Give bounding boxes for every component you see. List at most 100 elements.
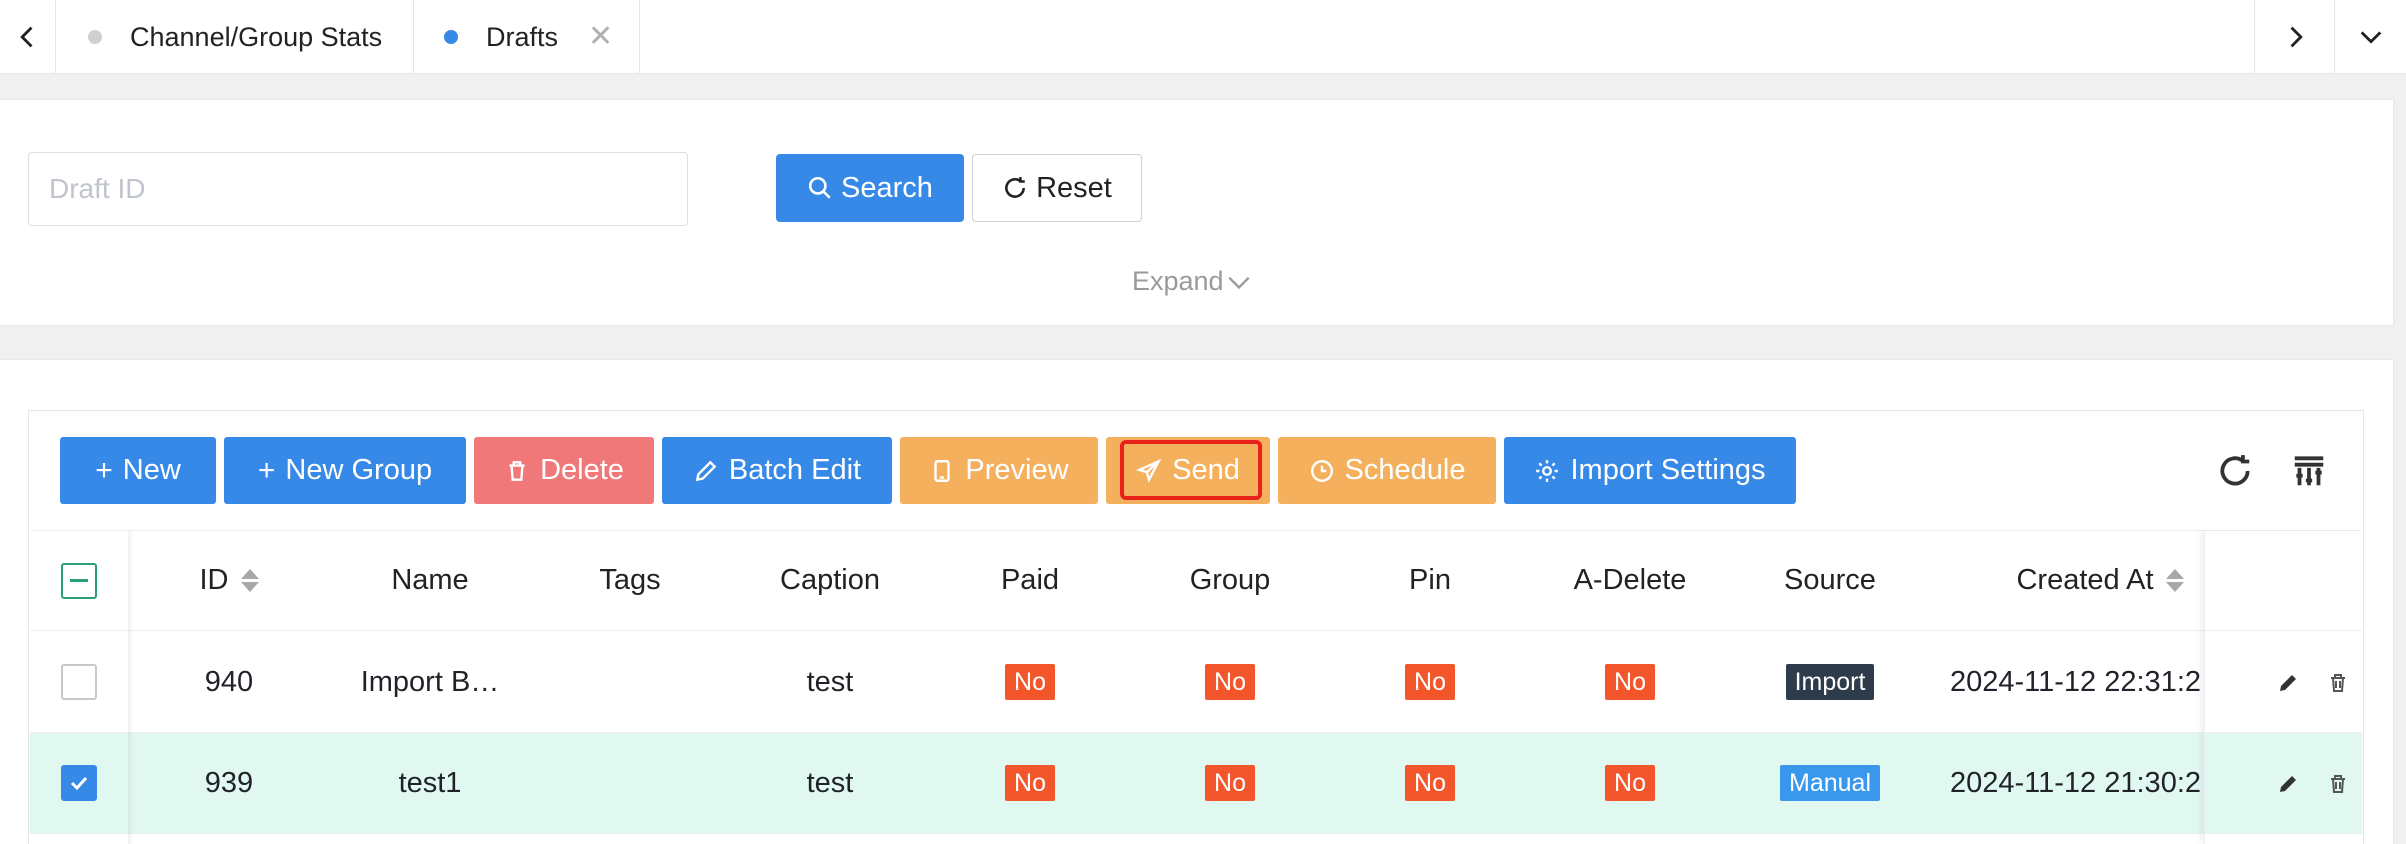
status-badge: No: [1605, 663, 1655, 701]
column-header-created-at[interactable]: Created At: [1970, 531, 2230, 630]
columns-icon: [2294, 456, 2324, 486]
delete-button[interactable]: Delete: [474, 437, 654, 504]
new-group-button[interactable]: + New Group: [224, 437, 466, 504]
row-checkbox[interactable]: [61, 765, 97, 801]
column-header-name: Name: [391, 564, 469, 596]
tablet-icon: [929, 458, 955, 484]
new-button-label: New: [122, 454, 181, 486]
cell-pin: No: [1330, 632, 1530, 732]
gear-icon: [1534, 458, 1560, 484]
preview-button-label: Preview: [965, 454, 1069, 486]
expand-toggle[interactable]: Expand: [1132, 266, 1252, 297]
clock-icon: [1309, 458, 1335, 484]
cell-id: 940: [204, 665, 254, 698]
table-row[interactable]: 939 test1 test No No No No Manual 2024-1…: [30, 733, 2362, 834]
pencil-icon[interactable]: [2276, 671, 2300, 695]
column-header-caption: Caption: [780, 564, 880, 596]
refresh-table-button[interactable]: [2216, 452, 2254, 490]
tab-status-dot: [88, 30, 102, 44]
reset-button[interactable]: Reset: [972, 154, 1142, 222]
column-header-group: Group: [1189, 564, 1271, 596]
column-header-source: Source: [1784, 564, 1876, 596]
trash-icon[interactable]: [2326, 772, 2350, 796]
cell-source: Manual: [1730, 733, 1930, 833]
batch-edit-button-label: Batch Edit: [728, 454, 862, 486]
search-button-label: Search: [841, 171, 933, 204]
tab-scroll-left-button[interactable]: [0, 0, 56, 74]
sort-icon[interactable]: [2165, 569, 2184, 592]
cell-tags: [530, 632, 730, 732]
refresh-icon: [2220, 455, 2250, 486]
new-group-button-label: New Group: [285, 454, 433, 486]
status-badge: No: [1405, 764, 1455, 802]
tab-label: Drafts: [486, 21, 559, 52]
draft-id-input[interactable]: [28, 152, 688, 226]
tab-label: Channel/Group Stats: [130, 21, 383, 52]
send-button-label: Send: [1172, 454, 1240, 486]
paper-plane-icon: [1136, 458, 1162, 484]
status-badge: No: [1205, 764, 1255, 802]
row-select-cell: [30, 733, 128, 833]
cell-tags: [530, 733, 730, 833]
search-button[interactable]: Search: [776, 154, 964, 222]
reset-button-label: Reset: [1036, 171, 1112, 204]
cell-paid: No: [930, 733, 1130, 833]
tab-channel-group-stats[interactable]: Channel/Group Stats: [56, 0, 414, 74]
select-all-cell: [30, 531, 128, 630]
tab-bar: Channel/Group Stats Drafts ✕: [0, 0, 2406, 74]
column-header-paid: Paid: [1000, 564, 1060, 596]
table-row[interactable]: 940 Import B… test No No No No Import 20…: [30, 632, 2362, 733]
row-checkbox[interactable]: [61, 664, 97, 700]
row-select-cell: [30, 632, 128, 732]
trash-icon: [504, 458, 530, 484]
plus-icon: +: [257, 453, 276, 487]
status-badge: No: [1205, 663, 1255, 701]
row-actions: [2234, 632, 2392, 733]
tab-active-dot: [444, 30, 458, 44]
schedule-button[interactable]: Schedule: [1278, 437, 1496, 504]
cell-id: 939: [204, 766, 254, 799]
status-badge: No: [1405, 663, 1455, 701]
tab-scroll-right-button[interactable]: [2254, 0, 2334, 74]
cell-source: Import: [1730, 632, 1930, 732]
batch-edit-button[interactable]: Batch Edit: [662, 437, 892, 504]
cell-group: No: [1130, 733, 1330, 833]
new-button[interactable]: + New: [60, 437, 216, 504]
column-settings-button[interactable]: [2290, 452, 2328, 490]
select-all-checkbox[interactable]: [61, 562, 97, 599]
column-header-tags: Tags: [599, 564, 661, 596]
send-button[interactable]: Send: [1106, 437, 1270, 504]
cell-a-delete: No: [1530, 632, 1730, 732]
cell-caption: test: [806, 766, 854, 799]
schedule-button-label: Schedule: [1344, 454, 1466, 486]
source-badge: Import: [1785, 663, 1875, 701]
status-badge: No: [1005, 764, 1055, 802]
trash-icon[interactable]: [2326, 671, 2350, 695]
tab-more-button[interactable]: [2334, 0, 2406, 74]
table-header: ID Name Tags Caption Paid Group Pin A-De…: [30, 530, 2362, 631]
column-header-id[interactable]: ID: [160, 531, 298, 630]
cell-group: No: [1130, 632, 1330, 732]
plus-icon: +: [95, 453, 113, 487]
chevron-right-icon: [2290, 26, 2303, 48]
close-icon[interactable]: ✕: [588, 22, 613, 52]
cell-pin: No: [1330, 733, 1530, 833]
sort-icon[interactable]: [240, 569, 259, 592]
preview-button[interactable]: Preview: [900, 437, 1098, 504]
column-header-a-delete: A-Delete: [1573, 564, 1687, 596]
column-header-pin: Pin: [1409, 564, 1451, 596]
pencil-icon[interactable]: [2276, 772, 2300, 796]
cell-a-delete: No: [1530, 733, 1730, 833]
expand-label: Expand: [1132, 266, 1224, 296]
chevron-down-icon: [2360, 31, 2381, 44]
tab-drafts[interactable]: Drafts ✕: [414, 0, 640, 74]
row-actions: [2234, 733, 2392, 834]
import-settings-button[interactable]: Import Settings: [1504, 437, 1796, 504]
search-icon: [808, 176, 831, 199]
cell-name: Import B…: [360, 665, 500, 698]
import-settings-button-label: Import Settings: [1570, 454, 1766, 486]
search-panel: Search Reset Expand: [0, 99, 2394, 326]
chevron-left-icon: [19, 26, 32, 48]
status-badge: No: [1005, 663, 1055, 701]
refresh-icon: [1005, 177, 1026, 198]
